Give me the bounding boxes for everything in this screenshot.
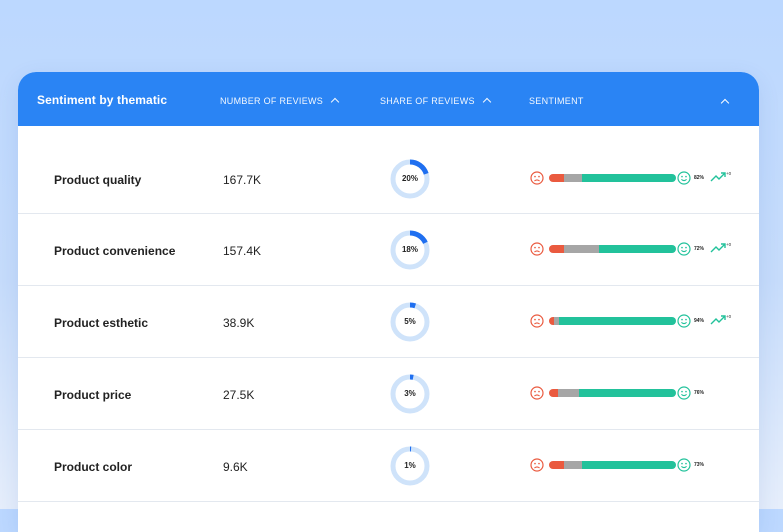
positive-percent: 76%	[694, 390, 705, 396]
chevron-up-icon	[482, 97, 492, 107]
sad-face-icon	[530, 458, 544, 472]
happy-face-icon	[677, 314, 691, 328]
sad-face-icon	[530, 171, 544, 185]
sentiment-bar	[549, 317, 676, 325]
share-donut: 5%	[387, 299, 433, 345]
trend-up-icon	[710, 243, 726, 253]
review-count: 9.6K	[223, 460, 248, 474]
review-count: 38.9K	[223, 316, 255, 330]
sentiment-bar	[549, 245, 676, 253]
positive-percent: 72%	[694, 246, 705, 252]
happy-face-icon	[677, 242, 691, 256]
happy-face-icon	[677, 458, 691, 472]
neutral-segment	[564, 174, 582, 182]
review-count: 27.5K	[223, 388, 255, 402]
table-row[interactable]: Product color 9.6K 1% 73%	[18, 430, 759, 502]
share-percent: 18%	[401, 245, 418, 254]
column-header-reviews: NUMBER OF REVIEWS	[220, 96, 324, 106]
review-count: 157.4K	[223, 244, 262, 258]
share-donut: 18%	[387, 227, 433, 273]
chevron-up-icon	[330, 97, 340, 107]
trend-up-icon	[710, 315, 726, 325]
column-header-sentiment: SENTIMENT	[529, 96, 584, 106]
table-body: Product quality 167.7K 20% 82% +0 Produc…	[18, 143, 759, 502]
sentiment-bar	[549, 174, 676, 182]
trend-delta: +0	[726, 314, 732, 319]
share-donut: 1%	[387, 443, 433, 489]
sort-share-of-reviews[interactable]: SHARE OF REVIEWS	[380, 96, 492, 107]
thematic-name: Product color	[54, 460, 133, 474]
sentiment-bar	[549, 461, 676, 469]
sentiment-card: Sentiment by thematic NUMBER OF REVIEWS …	[18, 72, 759, 532]
happy-face-icon	[677, 386, 691, 400]
neutral-segment	[564, 461, 582, 469]
thematic-name: Product quality	[54, 173, 142, 187]
neutral-segment	[564, 245, 599, 253]
sad-face-icon	[530, 386, 544, 400]
chevron-up-icon[interactable]	[720, 98, 730, 108]
happy-face-icon	[677, 171, 691, 185]
sad-face-icon	[530, 314, 544, 328]
sad-face-icon	[530, 242, 544, 256]
positive-segment	[559, 317, 676, 325]
sort-number-of-reviews[interactable]: NUMBER OF REVIEWS	[220, 96, 340, 107]
negative-segment	[549, 174, 565, 182]
table-row[interactable]: Product convenience 157.4K 18% 72% +0	[18, 214, 759, 286]
sentiment-bar	[549, 389, 676, 397]
trend-delta: +0	[726, 242, 732, 247]
thematic-name: Product esthetic	[54, 316, 149, 330]
column-header-sentiment-label: SENTIMENT	[529, 96, 584, 106]
share-percent: 20%	[401, 174, 418, 183]
positive-percent: 94%	[694, 318, 705, 324]
positive-segment	[582, 174, 676, 182]
negative-segment	[549, 389, 558, 397]
positive-percent: 73%	[694, 462, 705, 468]
positive-percent: 82%	[694, 175, 705, 181]
share-donut: 3%	[387, 371, 433, 417]
share-percent: 3%	[404, 389, 416, 398]
negative-segment	[549, 461, 565, 469]
table-row[interactable]: Product price 27.5K 3% 76%	[18, 358, 759, 430]
thematic-name: Product price	[54, 388, 132, 402]
neutral-segment	[557, 389, 580, 397]
trend-delta: +0	[726, 171, 732, 176]
positive-segment	[598, 245, 676, 253]
card-title: Sentiment by thematic	[37, 93, 168, 107]
trend-up-icon	[710, 172, 726, 182]
positive-segment	[582, 461, 676, 469]
table-row[interactable]: Product quality 167.7K 20% 82% +0	[18, 143, 759, 214]
share-percent: 1%	[404, 461, 416, 470]
table-header: Sentiment by thematic NUMBER OF REVIEWS …	[18, 72, 759, 126]
thematic-name: Product convenience	[54, 244, 176, 258]
column-header-share: SHARE OF REVIEWS	[380, 96, 475, 106]
review-count: 167.7K	[223, 173, 262, 187]
positive-segment	[579, 389, 676, 397]
table-row[interactable]: Product esthetic 38.9K 5% 94% +0	[18, 286, 759, 358]
share-percent: 5%	[404, 317, 416, 326]
share-donut: 20%	[387, 156, 433, 202]
negative-segment	[549, 245, 565, 253]
